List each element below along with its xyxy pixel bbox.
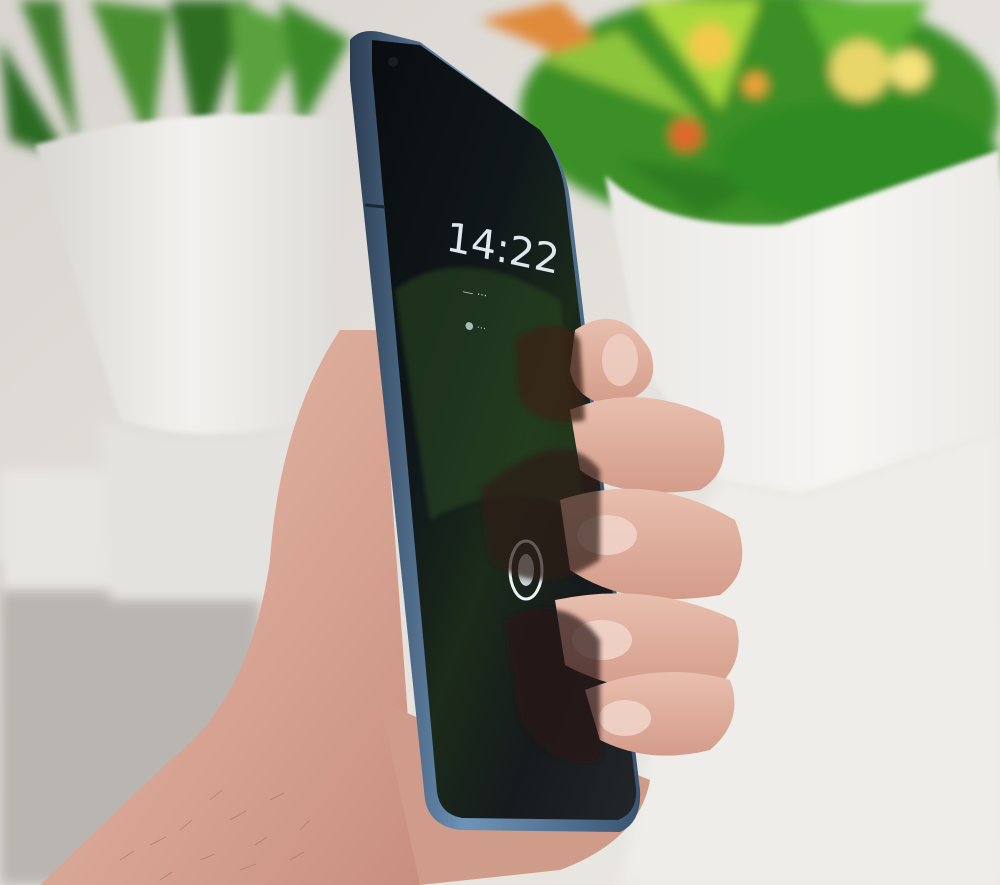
front-camera-icon	[388, 57, 398, 67]
phone-button-seam	[364, 203, 386, 209]
photo-illustration: 14:22 — ··· ● ···	[0, 0, 1000, 885]
photo-scene: 14:22 — ··· ● ···	[0, 0, 1000, 885]
fingernail	[602, 334, 638, 386]
fingernail	[599, 700, 651, 736]
